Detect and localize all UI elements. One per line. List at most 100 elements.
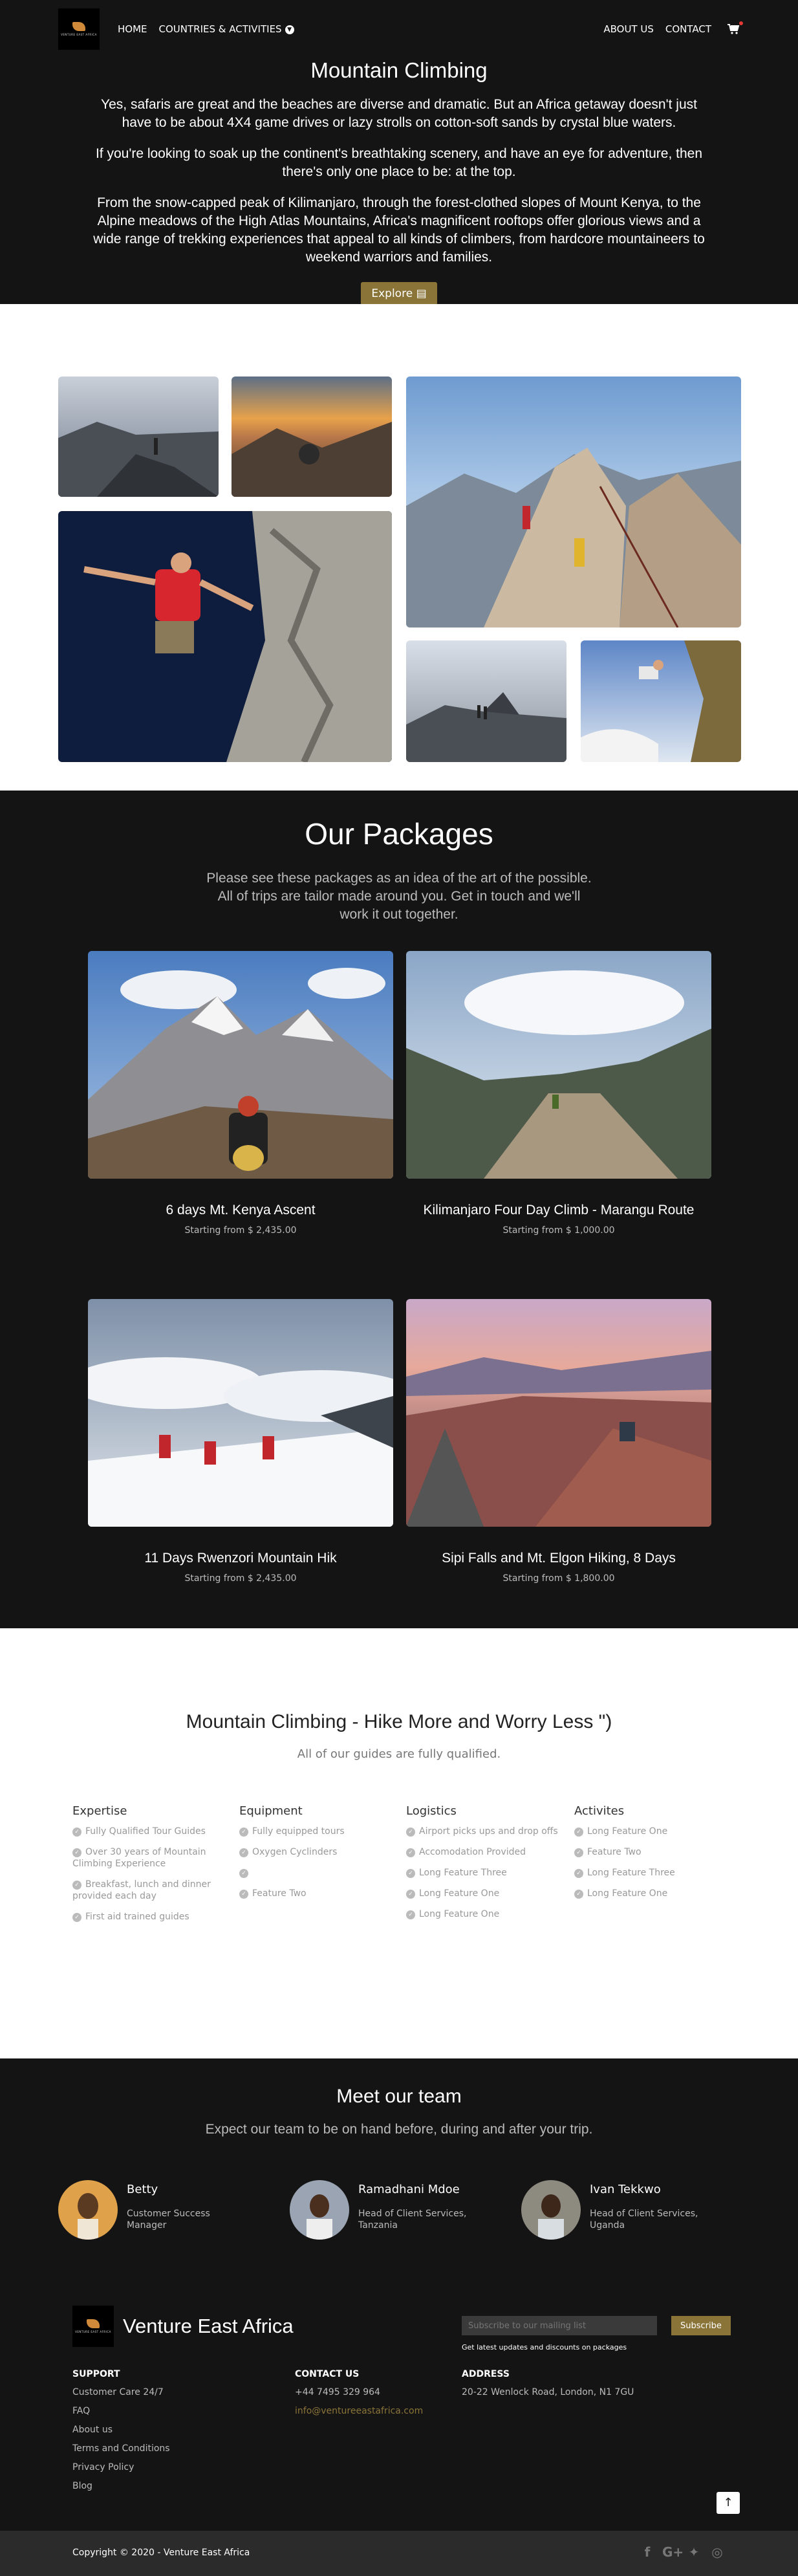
footer-email[interactable]: info@ventureeastafrica.com bbox=[295, 2406, 423, 2416]
check-icon: ✓ bbox=[406, 1890, 415, 1899]
twitter-icon[interactable]: ✦ bbox=[685, 2544, 702, 2560]
hero-paragraph-3: From the snow-capped peak of Kilimanjaro… bbox=[93, 195, 705, 265]
google-plus-icon[interactable]: G+ bbox=[662, 2544, 684, 2560]
member-name: Betty bbox=[127, 2183, 158, 2196]
footer-link[interactable]: Privacy Policy bbox=[72, 2462, 170, 2472]
feature-heading: Expertise bbox=[72, 1804, 127, 1818]
package-card[interactable]: 6 days Mt. Kenya Ascent Starting from $ … bbox=[88, 951, 393, 1236]
feature-text: Feature Two bbox=[252, 1888, 307, 1899]
footer-link[interactable]: Terms and Conditions bbox=[72, 2443, 170, 2454]
feature-text: First aid trained guides bbox=[85, 1912, 189, 1922]
cart-badge bbox=[739, 21, 743, 25]
facebook-icon[interactable]: f bbox=[639, 2544, 656, 2560]
footer-phone[interactable]: +44 7495 329 964 bbox=[295, 2387, 423, 2397]
footer-contact: CONTACT US +44 7495 329 964 info@venture… bbox=[295, 2369, 423, 2425]
cart-icon[interactable] bbox=[727, 21, 743, 35]
gallery-photo-coast[interactable] bbox=[58, 377, 219, 497]
check-icon: ✓ bbox=[72, 1881, 81, 1890]
feature-item: ✓ Accomodation Provided bbox=[406, 1846, 561, 1858]
check-icon: ✓ bbox=[406, 1910, 415, 1919]
nav-about[interactable]: ABOUT US bbox=[603, 23, 654, 35]
gallery-photo-ridge-climbers[interactable] bbox=[406, 377, 741, 628]
package-card[interactable]: Sipi Falls and Mt. Elgon Hiking, 8 Days … bbox=[406, 1299, 711, 1584]
arrow-up-icon[interactable]: ↑ bbox=[717, 2492, 740, 2514]
footer-link[interactable]: About us bbox=[72, 2425, 170, 2435]
feature-text: Oxygen Cyclinders bbox=[252, 1847, 338, 1857]
team-member: Ivan Tekkwo Head of Client Services, Uga… bbox=[521, 2180, 741, 2240]
gallery-photo-misty-hikers[interactable] bbox=[406, 640, 566, 762]
avatar bbox=[521, 2180, 581, 2240]
instagram-icon[interactable]: ◎ bbox=[709, 2544, 726, 2560]
feature-text: Long Feature One bbox=[587, 1826, 668, 1837]
subscribe-note: Get latest updates and discounts on pack… bbox=[462, 2343, 627, 2352]
team-title: Meet our team bbox=[336, 2086, 462, 2107]
subscribe-button[interactable]: Subscribe bbox=[671, 2316, 731, 2335]
hero-paragraph-2: If you're looking to soak up the contine… bbox=[95, 146, 703, 179]
feature-item: ✓ Feature Two bbox=[574, 1846, 729, 1858]
packages-lead: Please see these packages as an idea of … bbox=[206, 871, 592, 922]
check-icon: ✓ bbox=[574, 1848, 583, 1857]
feature-item: ✓ Over 30 years of Mountain Climbing Expe… bbox=[72, 1846, 228, 1870]
feature-item: ✓ Long Feature One bbox=[406, 1888, 561, 1899]
logo[interactable]: VENTURE EAST AFRICA bbox=[58, 8, 100, 50]
photo-gallery bbox=[0, 304, 798, 791]
check-icon: ✓ bbox=[239, 1869, 248, 1878]
avatar bbox=[290, 2180, 349, 2240]
explore-button[interactable]: Explore ▤ bbox=[361, 282, 437, 305]
package-title[interactable]: 6 days Mt. Kenya Ascent bbox=[88, 1202, 393, 1219]
feature-text: Long Feature One bbox=[587, 1888, 668, 1899]
footer-link[interactable]: Customer Care 24/7 bbox=[72, 2387, 170, 2397]
package-title[interactable]: Sipi Falls and Mt. Elgon Hiking, 8 Days bbox=[406, 1550, 711, 1567]
package-title[interactable]: Kilimanjaro Four Day Climb - Marangu Rou… bbox=[406, 1202, 711, 1219]
team-member: Betty Customer Success Manager bbox=[58, 2180, 278, 2240]
footer-heading: CONTACT US bbox=[295, 2369, 360, 2379]
features-title: Mountain Climbing - Hike More and Worry … bbox=[186, 1711, 612, 1732]
subscribe-email-input[interactable] bbox=[462, 2316, 657, 2335]
logo-text: VENTURE EAST AFRICA bbox=[61, 33, 97, 36]
footer-link[interactable]: FAQ bbox=[72, 2406, 170, 2416]
check-icon: ✓ bbox=[239, 1828, 248, 1837]
footer-heading: SUPPORT bbox=[72, 2369, 120, 2379]
team-subtitle: Expect our team to be on hand before, du… bbox=[205, 2122, 593, 2137]
gallery-photo-rappel[interactable] bbox=[581, 640, 741, 762]
footer-address: ADDRESS 20-22 Wenlock Road, London, N1 7… bbox=[462, 2369, 634, 2406]
package-image-mt-kenya[interactable] bbox=[88, 951, 393, 1179]
nav-contact[interactable]: CONTACT bbox=[665, 23, 711, 35]
feature-text: Breakfast, lunch and dinner provided eac… bbox=[72, 1879, 211, 1901]
package-card[interactable]: 11 Days Rwenzori Mountain Hik Starting f… bbox=[88, 1299, 393, 1584]
package-price: Starting from $ 2,435.00 bbox=[184, 1225, 297, 1236]
check-icon: ✓ bbox=[239, 1848, 248, 1857]
top-navigation: VENTURE EAST AFRICA HOME COUNTRIES & ACT… bbox=[0, 0, 798, 58]
feature-text: Feature Two bbox=[587, 1847, 642, 1857]
gallery-photo-sunset-hiker[interactable] bbox=[232, 377, 392, 497]
package-image-kilimanjaro[interactable] bbox=[406, 951, 711, 1179]
avatar bbox=[58, 2180, 118, 2240]
feature-item: ✓ Long Feature Three bbox=[406, 1867, 561, 1879]
nav-countries-activities[interactable]: COUNTRIES & ACTIVITIES ▼ bbox=[159, 23, 294, 35]
package-image-rwenzori[interactable] bbox=[88, 1299, 393, 1527]
feature-heading: Equipment bbox=[239, 1804, 303, 1818]
package-image-sipi-falls[interactable] bbox=[406, 1299, 711, 1527]
footer: VENTURE EAST AFRICA Venture East Africa … bbox=[0, 2291, 798, 2531]
footer-heading: ADDRESS bbox=[462, 2369, 510, 2379]
check-icon: ✓ bbox=[72, 1828, 81, 1837]
check-icon: ✓ bbox=[574, 1828, 583, 1837]
package-price: Starting from $ 1,800.00 bbox=[502, 1573, 615, 1584]
packages-title: Our Packages bbox=[305, 817, 493, 851]
package-card[interactable]: Kilimanjaro Four Day Climb - Marangu Rou… bbox=[406, 951, 711, 1236]
footer-bottom-bar: Copyright © 2020 - Venture East Africa f… bbox=[0, 2531, 798, 2576]
logo: VENTURE EAST AFRICA bbox=[72, 2306, 114, 2347]
member-role: Customer Success Manager bbox=[127, 2209, 210, 2231]
feature-heading: Activites bbox=[574, 1804, 625, 1818]
gallery-photo-rock-climber[interactable] bbox=[58, 511, 392, 762]
team-section: Meet our team Expect our team to be on h… bbox=[0, 2058, 798, 2291]
feature-column-equipment: Equipment ✓ Fully equipped tours ✓ Oxygen … bbox=[239, 1804, 394, 1908]
team-member: Ramadhani Mdoe Head of Client Services, … bbox=[290, 2180, 510, 2240]
logo-mark-icon bbox=[87, 2319, 100, 2328]
packages-section: Our Packages Please see these packages a… bbox=[0, 791, 798, 1628]
nav-home[interactable]: HOME bbox=[118, 23, 147, 35]
package-title[interactable]: 11 Days Rwenzori Mountain Hik bbox=[88, 1550, 393, 1567]
footer-link[interactable]: Blog bbox=[72, 2481, 170, 2491]
explore-label: Explore bbox=[371, 287, 413, 300]
footer-logo[interactable]: VENTURE EAST AFRICA Venture East Africa bbox=[72, 2306, 294, 2347]
